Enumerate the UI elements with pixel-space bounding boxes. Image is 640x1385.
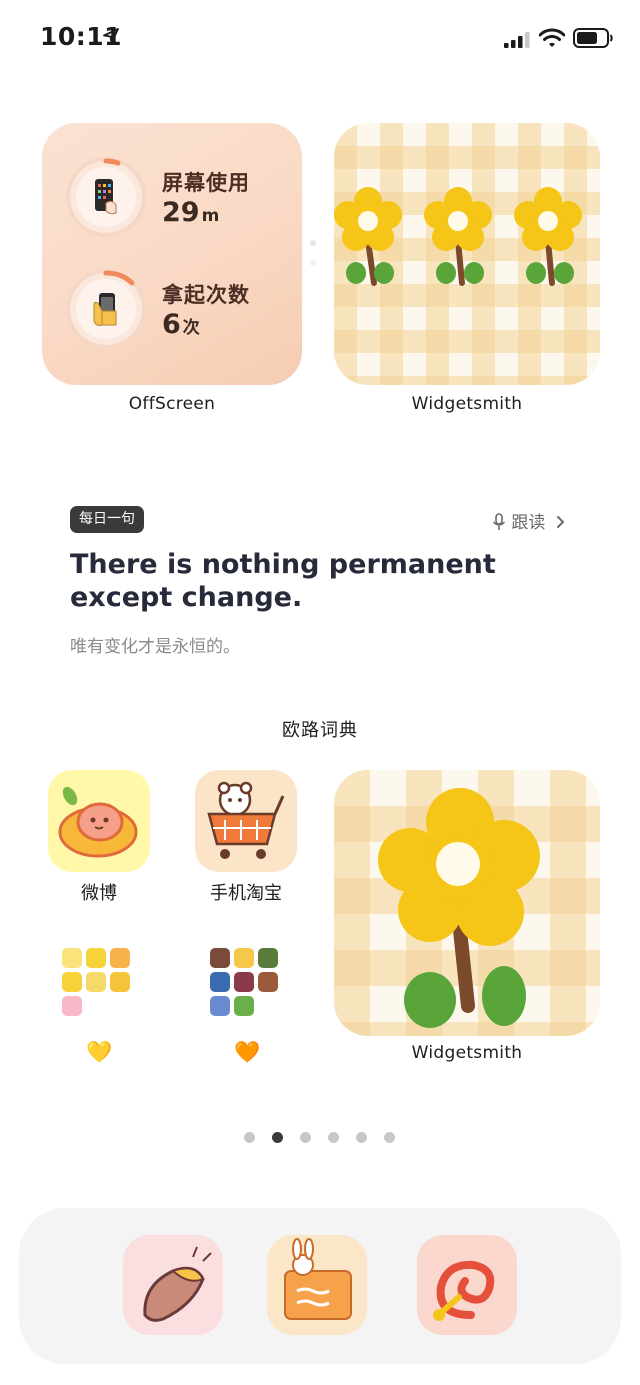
location-arrow-icon xyxy=(103,28,119,44)
shopping-cart-bear-icon xyxy=(207,781,285,859)
cellular-signal-icon xyxy=(504,32,530,48)
offscreen-widget[interactable]: 屏幕使用 29 m 拿起次数 6次 xyxy=(42,123,302,385)
page-dot[interactable] xyxy=(244,1132,255,1143)
flower-icon xyxy=(424,187,492,286)
daily-quote-translation: 唯有变化才是永恒的。 xyxy=(70,637,240,657)
page-dot[interactable] xyxy=(384,1132,395,1143)
pickups-ring xyxy=(66,269,146,349)
chevron-right-icon xyxy=(556,516,565,528)
widgetsmith-large-caption: Widgetsmith xyxy=(411,1043,523,1063)
offscreen-caption: OffScreen xyxy=(128,394,216,414)
orange-heart-icon: 🧡 xyxy=(234,1040,261,1064)
wifi-icon xyxy=(539,28,565,47)
flower-icon xyxy=(334,187,402,286)
weibo-logo-icon xyxy=(58,786,138,858)
folder-orange[interactable] xyxy=(210,948,284,1022)
page-dot-active[interactable] xyxy=(272,1132,283,1143)
daily-quote-tag: 每日一句 xyxy=(70,506,144,533)
rabbit-card-app-icon[interactable] xyxy=(267,1235,367,1335)
daily-quote-text: There is nothing permanent except change… xyxy=(70,549,496,613)
yellow-heart-icon: 💛 xyxy=(86,1040,113,1064)
rabbit-card-icon xyxy=(284,1238,352,1320)
sweet-potato-icon xyxy=(143,1246,212,1322)
screen-use-value: 29 m xyxy=(162,197,220,228)
three-flowers-illustration xyxy=(334,187,582,286)
battery-icon xyxy=(573,28,613,48)
page-dot[interactable] xyxy=(300,1132,311,1143)
folder-app-grid xyxy=(210,948,278,1016)
widgetsmith-large-widget[interactable] xyxy=(334,770,600,1036)
taobao-app-label: 手机淘宝 xyxy=(210,883,282,904)
hand-holding-phone-icon xyxy=(93,293,117,326)
swirl-app-icon[interactable] xyxy=(417,1235,517,1335)
weibo-app-icon[interactable] xyxy=(48,770,150,872)
flower-icon xyxy=(514,187,582,286)
folder-app-grid xyxy=(62,948,130,1016)
large-flower-illustration xyxy=(378,788,540,1028)
swirl-icon xyxy=(433,1260,495,1321)
screen-use-ring xyxy=(66,157,146,237)
follow-read-button[interactable]: 跟读 xyxy=(492,508,566,533)
stack-indicator-dot xyxy=(310,240,316,246)
phone-icon xyxy=(95,179,117,215)
page-dot[interactable] xyxy=(328,1132,339,1143)
widgetsmith-small-widget[interactable] xyxy=(334,123,600,385)
folder-yellow[interactable] xyxy=(62,948,136,1022)
widgetsmith-small-caption: Widgetsmith xyxy=(411,394,523,414)
follow-read-label: 跟读 xyxy=(511,513,546,533)
pickups-value: 6次 xyxy=(162,309,200,340)
taobao-app-icon[interactable] xyxy=(195,770,297,872)
pickups-label: 拿起次数 xyxy=(162,283,250,307)
dictionary-widget-caption: 欧路词典 xyxy=(282,720,358,741)
weibo-app-label: 微博 xyxy=(81,883,117,904)
stack-indicator-dot xyxy=(310,260,316,266)
sweet-potato-app-icon[interactable] xyxy=(123,1235,223,1335)
page-dot[interactable] xyxy=(356,1132,367,1143)
microphone-icon xyxy=(492,513,506,530)
screen-use-label: 屏幕使用 xyxy=(162,171,250,195)
